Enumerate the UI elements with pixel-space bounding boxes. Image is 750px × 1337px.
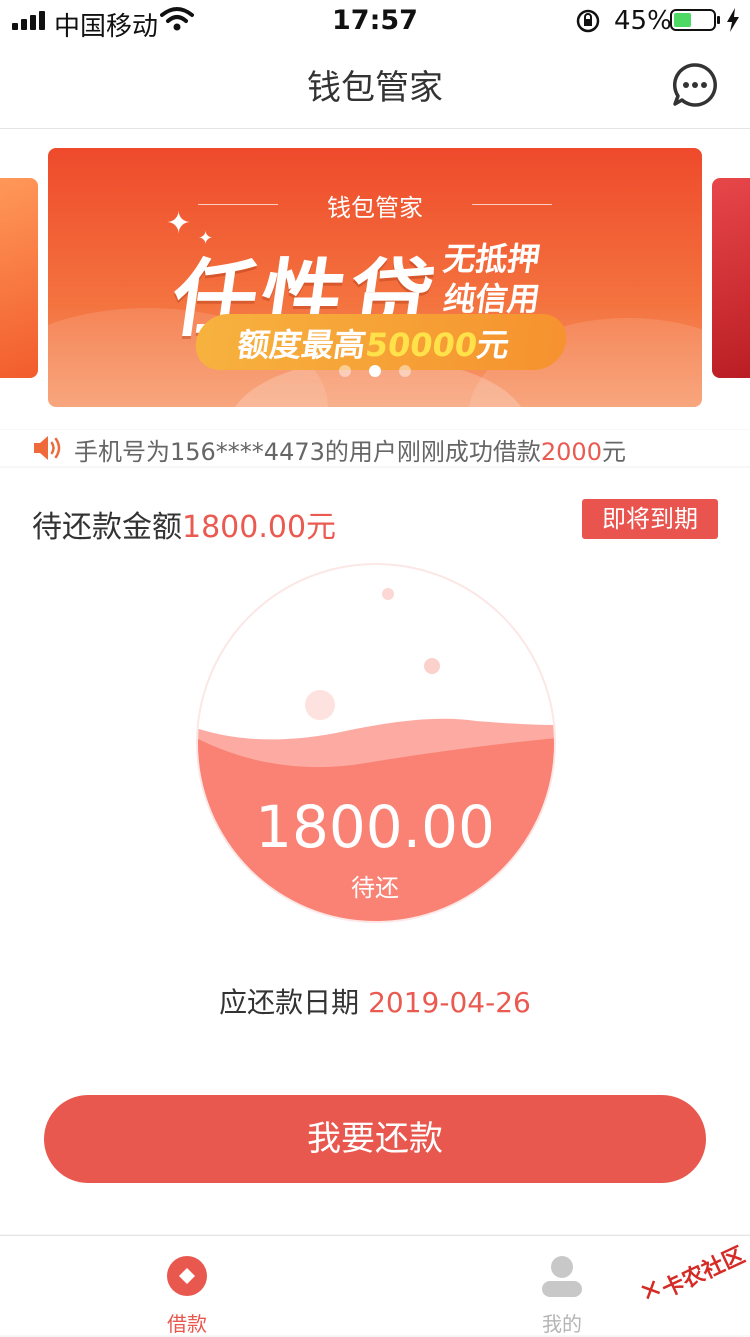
pending-amount-label: 待还款金额1800.00元 bbox=[32, 510, 337, 545]
repayment-card: 待还款金额1800.00元 即将到期 1800.00 待还 应还款日期 2019… bbox=[0, 468, 750, 1234]
due-date-row: 应还款日期 2019-04-26 bbox=[0, 981, 750, 1021]
tab-mine[interactable]: 我的 bbox=[462, 1236, 662, 1336]
banner-carousel[interactable]: 钱包管家 ✦ ✦ 任性贷 无抵押 纯信用 额度最高50000元 bbox=[0, 129, 750, 429]
banner-limit-text: 额度最高50000元 bbox=[235, 326, 512, 364]
user-profile-icon bbox=[542, 1256, 582, 1297]
banner-brand: 钱包管家 bbox=[327, 194, 423, 222]
carousel-indicator bbox=[48, 362, 702, 381]
banner-next-slide[interactable] bbox=[712, 178, 750, 378]
carousel-dot-active bbox=[369, 365, 381, 377]
banner-slide[interactable]: 钱包管家 ✦ ✦ 任性贷 无抵押 纯信用 额度最高50000元 bbox=[48, 148, 702, 407]
gauge-amount: 1800.00 bbox=[255, 793, 495, 861]
gauge-label: 待还 bbox=[351, 874, 399, 902]
status-bar: 中国移动 17:57 45% bbox=[0, 0, 750, 42]
loan-diamond-icon bbox=[167, 1256, 207, 1296]
charging-bolt-icon bbox=[727, 8, 739, 32]
speaker-icon bbox=[34, 436, 61, 460]
pending-amount-value: 1800.00元 bbox=[182, 510, 337, 545]
chat-bubble-more-icon[interactable] bbox=[672, 62, 718, 108]
repay-button[interactable]: 我要还款 bbox=[44, 1095, 706, 1183]
nav-bar: 钱包管家 bbox=[0, 40, 750, 129]
due-date-label: 应还款日期 bbox=[219, 986, 360, 1019]
battery-percent: 45% bbox=[614, 6, 672, 36]
page-title: 钱包管家 bbox=[307, 68, 443, 108]
status-badge: 即将到期 bbox=[582, 499, 718, 539]
carousel-dot bbox=[339, 365, 351, 377]
tab-loan[interactable]: 借款 bbox=[87, 1236, 287, 1336]
rotation-lock-icon bbox=[576, 9, 600, 33]
tab-mine-label: 我的 bbox=[542, 1312, 582, 1336]
banner-prev-slide[interactable] bbox=[0, 178, 38, 378]
carousel-dot bbox=[399, 365, 411, 377]
notice-text: 手机号为156****4473的用户刚刚成功借款2000元 bbox=[74, 438, 626, 466]
notice-ticker: 手机号为156****4473的用户刚刚成功借款2000元 bbox=[0, 430, 750, 466]
tab-loan-label: 借款 bbox=[167, 1312, 207, 1336]
battery-fill bbox=[674, 13, 691, 27]
battery-icon bbox=[670, 9, 720, 31]
due-date-value: 2019-04-26 bbox=[368, 986, 531, 1019]
